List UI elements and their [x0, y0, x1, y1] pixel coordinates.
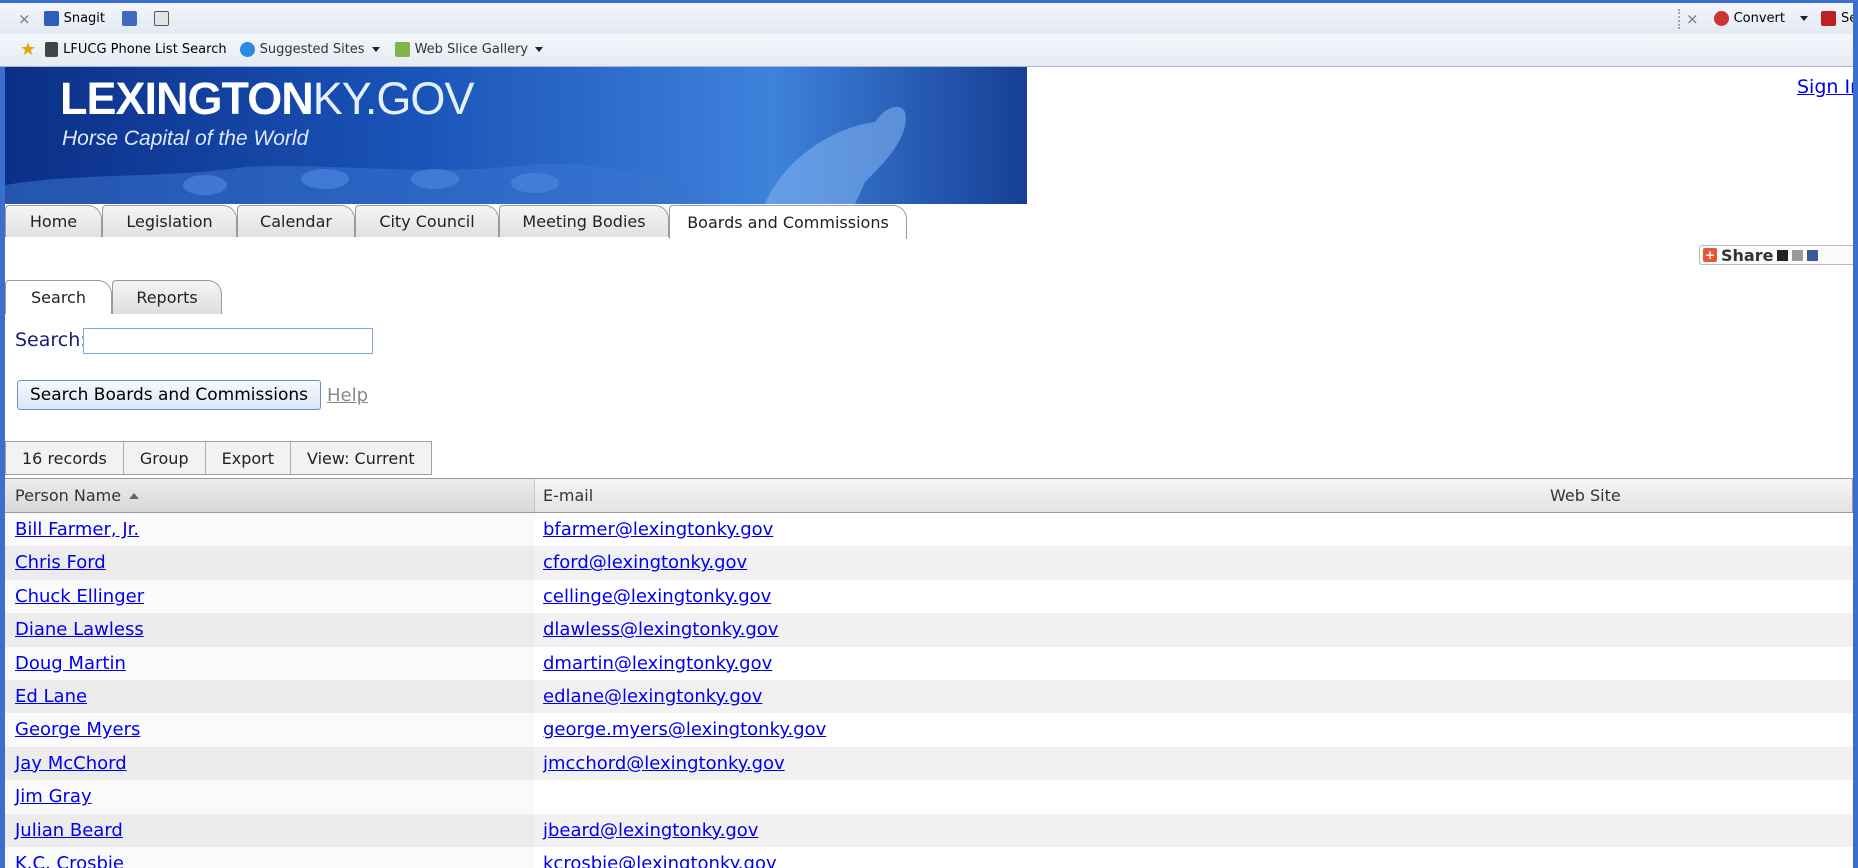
snagit-window-icon[interactable]: [154, 11, 169, 26]
tab-city-council[interactable]: City Council: [355, 205, 499, 237]
email-link[interactable]: george.myers@lexingtonky.gov: [543, 719, 826, 740]
table-row: Diane Lawless dlawless@lexingtonky.gov: [5, 613, 1853, 647]
tab-boards-and-commissions[interactable]: Boards and Commissions: [669, 205, 907, 239]
suggested-sites-dropdown-icon[interactable]: [371, 47, 380, 52]
person-name-link[interactable]: K.C. Crosbie: [15, 853, 124, 868]
browser-command-bar: × Snagit × Convert Sele: [0, 3, 1858, 35]
favorites-star-icon[interactable]: ★: [20, 39, 36, 60]
table-row: George Myers george.myers@lexingtonky.gov: [5, 713, 1853, 747]
favorite-suggested-sites[interactable]: Suggested Sites: [260, 42, 365, 57]
search-label: Search:: [15, 329, 87, 351]
table-row: Julian Beard jbeard@lexingtonky.gov: [5, 813, 1853, 847]
snagit-capture-icon[interactable]: [122, 11, 137, 26]
person-name-link[interactable]: Chris Ford: [15, 552, 106, 573]
export-button[interactable]: Export: [206, 442, 291, 474]
email-link[interactable]: cford@lexingtonky.gov: [543, 552, 747, 573]
grid-body: Bill Farmer, Jr. bfarmer@lexingtonky.gov …: [5, 513, 1853, 868]
tab-home[interactable]: Home: [5, 205, 102, 237]
delicious-icon: [1777, 249, 1789, 261]
table-row: Ed Lane edlane@lexingtonky.gov: [5, 679, 1853, 714]
records-count: 16 records: [6, 442, 124, 474]
facebook-icon: [1807, 249, 1819, 261]
column-header-person-name-label: Person Name: [15, 486, 122, 505]
table-row: K.C. Crosbie kcrosbie@lexingtonky.gov: [5, 846, 1853, 868]
table-row: Chuck Ellinger cellinge@lexingtonky.gov: [5, 579, 1853, 614]
table-row: Chris Ford cford@lexingtonky.gov: [5, 546, 1853, 580]
person-name-link[interactable]: Jim Gray: [15, 786, 92, 807]
view-selector[interactable]: View: Current: [291, 442, 431, 474]
digg-icon: [1792, 249, 1804, 261]
column-header-person-name[interactable]: Person Name: [5, 479, 535, 512]
email-link[interactable]: dmartin@lexingtonky.gov: [543, 653, 772, 674]
window-frame-edge: [1853, 0, 1858, 868]
tab-search[interactable]: Search: [5, 280, 112, 314]
table-row: Doug Martin dmartin@lexingtonky.gov: [5, 646, 1853, 680]
person-name-link[interactable]: George Myers: [15, 719, 140, 740]
favorite-web-slice-gallery[interactable]: Web Slice Gallery: [415, 42, 529, 57]
pdf-select-icon: [1820, 11, 1836, 26]
person-name-link[interactable]: Jay McChord: [15, 753, 127, 774]
tab-meeting-bodies[interactable]: Meeting Bodies: [499, 205, 669, 237]
close-toolbar-icon[interactable]: ×: [18, 10, 31, 28]
tab-legislation[interactable]: Legislation: [102, 205, 237, 237]
email-link[interactable]: edlane@lexingtonky.gov: [543, 686, 762, 707]
sign-in-link[interactable]: Sign In: [1797, 76, 1853, 98]
email-link[interactable]: dlawless@lexingtonky.gov: [543, 619, 778, 640]
favorites-items: ★ LFUCG Phone List Search Suggested Site…: [20, 34, 544, 65]
search-boards-button[interactable]: Search Boards and Commissions: [17, 380, 321, 410]
search-input[interactable]: [83, 328, 373, 354]
convert-button[interactable]: Convert: [1734, 11, 1785, 26]
page-content: LEXINGTONKY.GOV Horse Capital of the Wor…: [5, 67, 1853, 868]
column-header-website[interactable]: Web Site: [1550, 479, 1621, 512]
person-name-link[interactable]: Julian Beard: [15, 820, 123, 841]
tab-calendar[interactable]: Calendar: [237, 205, 355, 237]
column-header-email[interactable]: E-mail: [543, 479, 593, 512]
person-name-link[interactable]: Ed Lane: [15, 686, 87, 707]
web-slice-icon: [394, 42, 410, 57]
snagit-toolbar: × Snagit: [18, 3, 169, 34]
person-name-link[interactable]: Diane Lawless: [15, 619, 144, 640]
snagit-button[interactable]: Snagit: [64, 11, 105, 26]
ie-icon: [239, 42, 255, 57]
grid-toolbar: 16 records Group Export View: Current: [5, 441, 432, 475]
favorites-bar: ★ LFUCG Phone List Search Suggested Site…: [0, 34, 1858, 67]
table-row: Jay McChord jmcchord@lexingtonky.gov: [5, 746, 1853, 781]
page-icon: [45, 42, 59, 57]
person-name-link[interactable]: Chuck Ellinger: [15, 586, 144, 607]
horse-silhouettes-image: [5, 106, 906, 204]
email-link[interactable]: cellinge@lexingtonky.gov: [543, 586, 771, 607]
table-row: Bill Farmer, Jr. bfarmer@lexingtonky.gov: [5, 513, 1853, 547]
group-button[interactable]: Group: [124, 442, 206, 474]
grid-header: Person Name E-mail Web Site: [5, 478, 1853, 513]
share-plus-icon: +: [1703, 248, 1717, 262]
main-navigation-tabs: Home Legislation Calendar City Council M…: [5, 205, 1853, 239]
convert-dropdown-icon[interactable]: [1799, 16, 1808, 21]
favorite-lfucg-phone-list[interactable]: LFUCG Phone List Search: [63, 42, 226, 57]
people-grid: Person Name E-mail Web Site Bill Farmer,…: [5, 478, 1853, 868]
convert-icon: [1713, 11, 1729, 26]
close-convert-toolbar-icon[interactable]: ×: [1686, 10, 1699, 28]
web-slice-dropdown-icon[interactable]: [535, 47, 544, 52]
share-button[interactable]: + Share: [1699, 245, 1853, 265]
share-label: Share: [1721, 245, 1774, 265]
help-link[interactable]: Help: [327, 385, 368, 406]
sort-ascending-icon: [129, 492, 140, 499]
person-name-link[interactable]: Doug Martin: [15, 653, 126, 674]
email-link[interactable]: bfarmer@lexingtonky.gov: [543, 519, 773, 540]
site-banner: LEXINGTONKY.GOV Horse Capital of the Wor…: [5, 67, 1027, 204]
email-link[interactable]: kcrosbie@lexingtonky.gov: [543, 853, 777, 868]
email-link[interactable]: jbeard@lexingtonky.gov: [543, 820, 758, 841]
table-row: Jim Gray: [5, 780, 1853, 814]
toolbar-separator: [1678, 9, 1682, 29]
person-name-link[interactable]: Bill Farmer, Jr.: [15, 519, 139, 540]
convert-toolbar: × Convert Sele: [1686, 3, 1858, 34]
email-link[interactable]: jmcchord@lexingtonky.gov: [543, 753, 785, 774]
tab-reports[interactable]: Reports: [112, 280, 222, 314]
snagit-icon: [43, 11, 59, 26]
